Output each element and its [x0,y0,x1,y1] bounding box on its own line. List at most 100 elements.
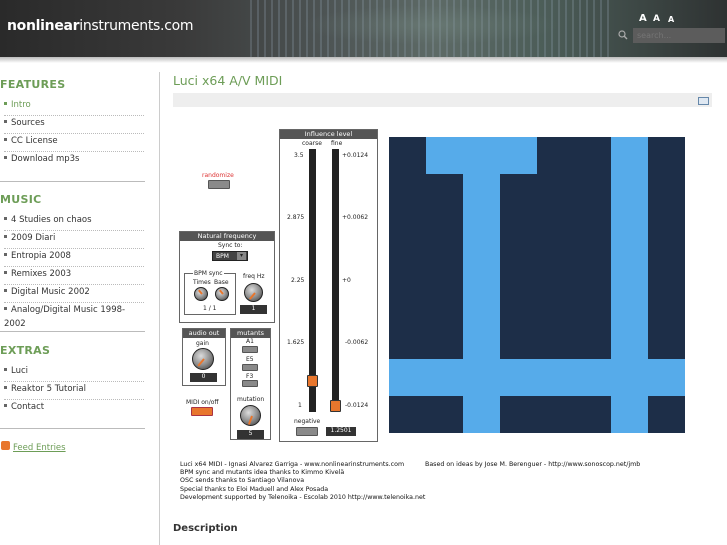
freq-hz-label: freq Hz [243,273,265,280]
coarse-slider[interactable] [307,149,318,412]
coarse-tick: 1 [298,402,302,409]
mutant-f3-button[interactable] [242,380,258,387]
bullet-icon [4,217,7,220]
credit-line: Special thanks to Eloi Maduell and Alex … [180,486,329,493]
bullet-icon [4,156,7,159]
divider [0,181,145,182]
site-title[interactable]: nonlinearinstruments.com [7,18,194,34]
sidebar-item-download-mp3s[interactable]: Download mp3s [4,152,144,170]
randomize-button[interactable] [208,180,230,189]
coarse-tick: 2.875 [287,214,305,221]
credit-line: BPM sync and mutants idea thanks to Kimm… [180,469,345,476]
bullet-icon [4,368,7,371]
post-toolbar [173,93,712,107]
sidebar-item-luci[interactable]: Luci [4,364,144,382]
mutant-e5-button[interactable] [242,364,258,371]
bullet-icon [4,271,7,274]
influence-level-title: Influence level [280,130,377,139]
sidebar-item-reaktor-tutorial[interactable]: Reaktor 5 Tutorial [4,382,144,400]
base-knob[interactable] [215,287,229,301]
gain-knob[interactable] [192,348,214,370]
coarse-tick: 1.625 [287,339,305,346]
sidebar-item-4-studies[interactable]: 4 Studies on chaos [4,213,144,231]
fine-tick: -0.0124 [345,402,369,409]
mutants-title: mutants [231,329,270,338]
sidebar-item-sources[interactable]: Sources [4,116,144,134]
description-heading: Description [173,523,238,534]
freq-knob[interactable] [244,283,263,302]
viz-block [389,359,685,396]
sidebar-item-cc-license[interactable]: CC License [4,134,144,152]
font-size-small-button[interactable]: A [668,15,674,24]
sidebar-item-remixes-2003[interactable]: Remixes 2003 [4,267,144,285]
influence-value[interactable]: 1.2501 [326,427,356,436]
freq-value[interactable]: 1 [240,305,267,314]
coarse-tick: 3.5 [294,152,304,159]
coarse-tick: 2.25 [291,277,305,284]
base-label: Base [214,279,229,286]
natural-frequency-title: Natural frequency [180,232,274,241]
sidebar-item-entropia-2008[interactable]: Entropia 2008 [4,249,144,267]
section-title-music: MUSIC [0,193,42,206]
bullet-icon [4,235,7,238]
bullet-icon [4,253,7,256]
coarse-slider-handle[interactable] [307,374,318,387]
rss-icon[interactable] [1,441,10,450]
fine-tick: +0 [342,277,351,284]
fine-tick: +0.0062 [342,214,369,221]
sync-to-label: Sync to: [218,242,243,249]
sidebar-item-intro[interactable]: Intro [4,98,144,116]
fine-slider-handle[interactable] [330,400,341,412]
gain-value[interactable]: 0 [190,373,217,382]
viz-block [426,137,537,174]
times-knob[interactable] [194,287,208,301]
mutant-f3-label: F3 [246,373,254,380]
audio-out-title: audio out [183,329,225,338]
email-icon[interactable] [698,97,709,105]
section-title-features: FEATURES [0,78,66,91]
credit-line: Luci x64 MIDI - Ignasi Alvarez Garriga -… [180,461,405,468]
randomize-label: randomize [202,172,234,179]
bullet-icon [4,120,7,123]
page-title: Luci x64 A/V MIDI [173,73,283,88]
sync-to-select[interactable]: BPM ▾ [212,251,248,261]
bullet-icon [4,307,7,310]
sidebar-item-analog-digital[interactable]: Analog/Digital Music 1998-2002 [4,303,144,329]
mutant-e5-label: E5 [246,356,254,363]
search-icon [618,30,628,40]
mutant-a1-button[interactable] [242,346,258,353]
font-size-medium-button[interactable]: A [653,14,660,24]
search-input[interactable] [633,28,725,43]
feed-entries-link[interactable]: Feed Entries [13,443,66,453]
bullet-icon [4,138,7,141]
bullet-icon [4,102,7,105]
divider [0,331,145,332]
mutation-knob[interactable] [240,405,261,426]
midi-toggle[interactable] [191,407,213,416]
bullet-icon [4,386,7,389]
sidebar-item-digital-music-2002[interactable]: Digital Music 2002 [4,285,144,303]
fine-tick: +0.0124 [342,152,369,159]
negative-label: negative [294,418,321,425]
fine-label: fine [331,140,343,147]
credit-line-right: Based on ideas by Jose M. Berenguer - ht… [425,461,641,468]
font-size-large-button[interactable]: A [639,13,647,24]
influence-level-panel [279,129,378,442]
mutation-label: mutation [237,396,265,403]
visualization-display [389,137,685,433]
bullet-icon [4,404,7,407]
credit-line: Development supported by Telenoika - Esc… [180,494,426,501]
sidebar-border [159,72,160,545]
sidebar-item-2009-diari[interactable]: 2009 Diari [4,231,144,249]
site-header: nonlinearinstruments.com A A A [0,0,727,57]
coarse-label: coarse [302,140,322,147]
credit-line: OSC sends thanks to Santiago Vilanova [180,477,305,484]
fine-slider[interactable] [330,149,341,412]
mutant-a1-label: A1 [246,338,254,345]
negative-toggle[interactable] [296,427,318,436]
sidebar-item-contact[interactable]: Contact [4,400,144,418]
mutation-value[interactable]: 5 [237,430,264,439]
midi-label: MIDI on/off [186,399,219,406]
header-glow [300,5,560,45]
bpm-sync-label: BPM sync [193,270,224,277]
